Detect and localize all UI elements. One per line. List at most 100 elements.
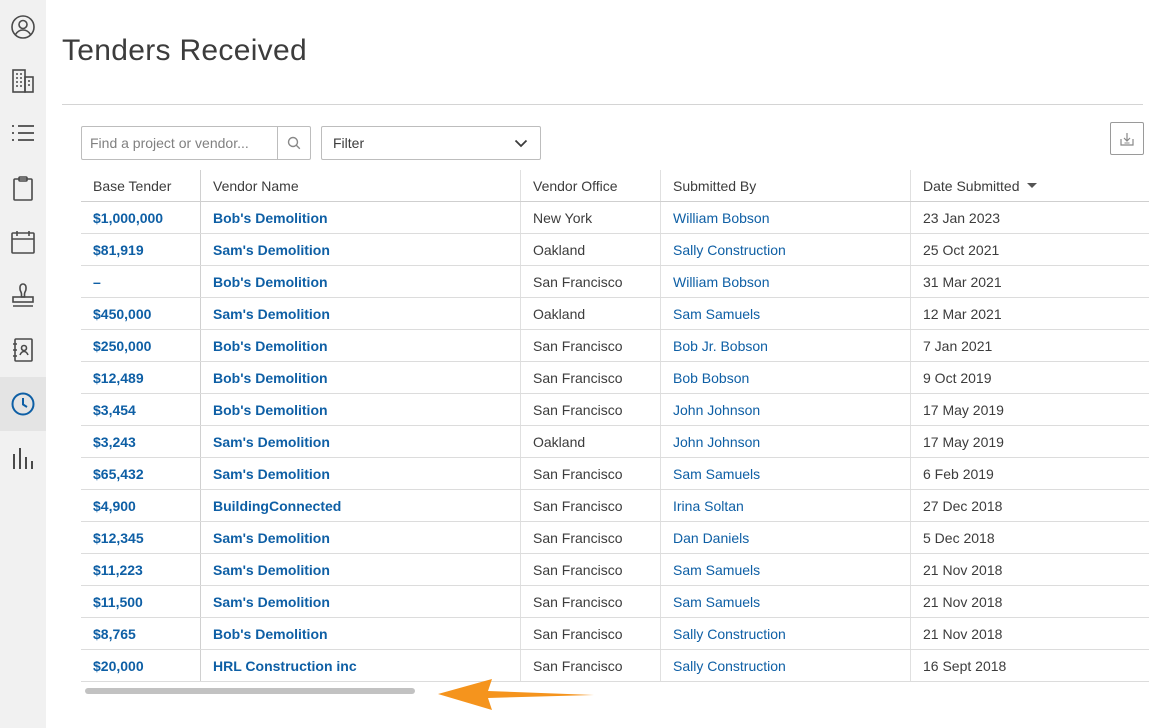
vendor-office: San Francisco bbox=[521, 266, 661, 297]
vendor-name-link[interactable]: Bob's Demolition bbox=[201, 330, 521, 361]
filter-dropdown[interactable]: Filter bbox=[321, 126, 541, 160]
submitted-by-link[interactable]: Sally Construction bbox=[661, 234, 911, 265]
nav-reports[interactable] bbox=[0, 431, 46, 485]
date-submitted: 27 Dec 2018 bbox=[923, 497, 1003, 514]
scrollbar-thumb[interactable] bbox=[85, 688, 415, 694]
submitted-by-link[interactable]: Sam Samuels bbox=[661, 586, 911, 617]
vendor-office: San Francisco bbox=[521, 586, 661, 617]
nav-tenders[interactable] bbox=[0, 377, 46, 431]
base-tender-link[interactable]: $20,000 bbox=[81, 650, 201, 681]
nav-clipboard[interactable] bbox=[0, 161, 46, 215]
header-submitted-by[interactable]: Submitted By bbox=[661, 170, 911, 201]
table-row[interactable]: $12,489 Bob's Demolition San Francisco Bob … bbox=[81, 362, 1149, 394]
export-button[interactable] bbox=[1110, 122, 1144, 155]
nav-stamp[interactable] bbox=[0, 269, 46, 323]
nav-list[interactable] bbox=[0, 107, 46, 161]
base-tender-link[interactable]: $11,223 bbox=[81, 554, 201, 585]
sidebar bbox=[0, 0, 46, 728]
base-tender-link[interactable]: – bbox=[81, 266, 201, 297]
base-tender-link[interactable]: $8,765 bbox=[81, 618, 201, 649]
vendor-office: San Francisco bbox=[521, 522, 661, 553]
submitted-by-link[interactable]: Dan Daniels bbox=[661, 522, 911, 553]
table-row[interactable]: $65,432 Sam's Demolition San Francisco Sam … bbox=[81, 458, 1149, 490]
header-vendor-office[interactable]: Vendor Office bbox=[521, 170, 661, 201]
submitted-by-link[interactable]: Sally Construction bbox=[661, 618, 911, 649]
search-input[interactable] bbox=[82, 127, 277, 159]
table-row[interactable]: $450,000 Sam's Demolition Oakland Sam Samue… bbox=[81, 298, 1149, 330]
date-submitted: 21 Nov 2018 bbox=[923, 625, 1003, 642]
vendor-name-link[interactable]: Sam's Demolition bbox=[201, 554, 521, 585]
vendor-name-link[interactable]: Sam's Demolition bbox=[201, 522, 521, 553]
table-row[interactable]: $11,223 Sam's Demolition San Francisco Sam … bbox=[81, 554, 1149, 586]
table-row[interactable]: $12,345 Sam's Demolition San Francisco Dan … bbox=[81, 522, 1149, 554]
table-row[interactable]: $4,900 BuildingConnected San Francisco Irin… bbox=[81, 490, 1149, 522]
date-submitted: 12 Mar 2021 bbox=[923, 305, 1002, 322]
table-row[interactable]: $81,919 Sam's Demolition Oakland Sally Cons… bbox=[81, 234, 1149, 266]
table-row[interactable]: – Bob's Demolition San Francisco William Bo… bbox=[81, 266, 1149, 298]
nav-calendar[interactable] bbox=[0, 215, 46, 269]
date-submitted: 6 Feb 2019 bbox=[923, 465, 994, 482]
base-tender-link[interactable]: $250,000 bbox=[81, 330, 201, 361]
vendor-office: San Francisco bbox=[521, 554, 661, 585]
base-tender-link[interactable]: $65,432 bbox=[81, 458, 201, 489]
base-tender-link[interactable]: $12,345 bbox=[81, 522, 201, 553]
base-tender-link[interactable]: $1,000,000 bbox=[81, 202, 201, 233]
vendor-name-link[interactable]: Sam's Demolition bbox=[201, 234, 521, 265]
horizontal-scrollbar[interactable] bbox=[81, 686, 1149, 696]
vendor-office: San Francisco bbox=[521, 394, 661, 425]
submitted-by-link[interactable]: Bob Jr. Bobson bbox=[661, 330, 911, 361]
vendor-office: New York bbox=[521, 202, 661, 233]
table-row[interactable]: $1,000,000 Bob's Demolition New York Willia… bbox=[81, 202, 1149, 234]
date-submitted: 5 Dec 2018 bbox=[923, 529, 995, 546]
vendor-name-link[interactable]: Sam's Demolition bbox=[201, 586, 521, 617]
submitted-by-link[interactable]: Bob Bobson bbox=[661, 362, 911, 393]
base-tender-link[interactable]: $450,000 bbox=[81, 298, 201, 329]
submitted-by-link[interactable]: Sally Construction bbox=[661, 650, 911, 681]
vendor-name-link[interactable]: Bob's Demolition bbox=[201, 266, 521, 297]
submitted-by-link[interactable]: Sam Samuels bbox=[661, 554, 911, 585]
submitted-by-link[interactable]: William Bobson bbox=[661, 202, 911, 233]
nav-profile[interactable] bbox=[0, 0, 46, 54]
vendor-name-link[interactable]: Bob's Demolition bbox=[201, 362, 521, 393]
table-row[interactable]: $20,000 HRL Construction inc San Francisco… bbox=[81, 650, 1149, 682]
vendor-name-link[interactable]: Bob's Demolition bbox=[201, 394, 521, 425]
submitted-by-link[interactable]: Sam Samuels bbox=[661, 458, 911, 489]
table-row[interactable]: $250,000 Bob's Demolition San Francisco Bob… bbox=[81, 330, 1149, 362]
date-submitted: 21 Nov 2018 bbox=[923, 593, 1003, 610]
submitted-by-link[interactable]: Irina Soltan bbox=[661, 490, 911, 521]
table-row[interactable]: $3,243 Sam's Demolition Oakland John Johnso… bbox=[81, 426, 1149, 458]
clock-icon bbox=[11, 392, 35, 416]
clipboard-icon bbox=[13, 176, 33, 201]
vendor-name-link[interactable]: BuildingConnected bbox=[201, 490, 521, 521]
base-tender-link[interactable]: $12,489 bbox=[81, 362, 201, 393]
base-tender-link[interactable]: $3,243 bbox=[81, 426, 201, 457]
submitted-by-link[interactable]: Sam Samuels bbox=[661, 298, 911, 329]
vendor-name-link[interactable]: Sam's Demolition bbox=[201, 458, 521, 489]
table-row[interactable]: $8,765 Bob's Demolition San Francisco Sally… bbox=[81, 618, 1149, 650]
submitted-by-link[interactable]: John Johnson bbox=[661, 426, 911, 457]
vendor-name-link[interactable]: Bob's Demolition bbox=[201, 202, 521, 233]
base-tender-link[interactable]: $4,900 bbox=[81, 490, 201, 521]
table-row[interactable]: $3,454 Bob's Demolition San Francisco John … bbox=[81, 394, 1149, 426]
submitted-by-link[interactable]: William Bobson bbox=[661, 266, 911, 297]
vendor-office: San Francisco bbox=[521, 458, 661, 489]
vendor-name-link[interactable]: Bob's Demolition bbox=[201, 618, 521, 649]
header-date-submitted[interactable]: Date Submitted bbox=[911, 170, 1149, 201]
vendor-office: San Francisco bbox=[521, 490, 661, 521]
vendor-name-link[interactable]: Sam's Demolition bbox=[201, 426, 521, 457]
vendor-office: San Francisco bbox=[521, 362, 661, 393]
base-tender-link[interactable]: $3,454 bbox=[81, 394, 201, 425]
base-tender-link[interactable]: $11,500 bbox=[81, 586, 201, 617]
stamp-icon bbox=[12, 283, 34, 307]
search-button[interactable] bbox=[277, 127, 310, 159]
vendor-name-link[interactable]: Sam's Demolition bbox=[201, 298, 521, 329]
submitted-by-link[interactable]: John Johnson bbox=[661, 394, 911, 425]
header-base-tender[interactable]: Base Tender bbox=[81, 170, 201, 201]
nav-companies[interactable] bbox=[0, 54, 46, 108]
date-submitted: 9 Oct 2019 bbox=[923, 369, 992, 386]
table-row[interactable]: $11,500 Sam's Demolition San Francisco Sam … bbox=[81, 586, 1149, 618]
header-vendor-name[interactable]: Vendor Name bbox=[201, 170, 521, 201]
base-tender-link[interactable]: $81,919 bbox=[81, 234, 201, 265]
nav-address-book[interactable] bbox=[0, 323, 46, 377]
vendor-office: San Francisco bbox=[521, 330, 661, 361]
